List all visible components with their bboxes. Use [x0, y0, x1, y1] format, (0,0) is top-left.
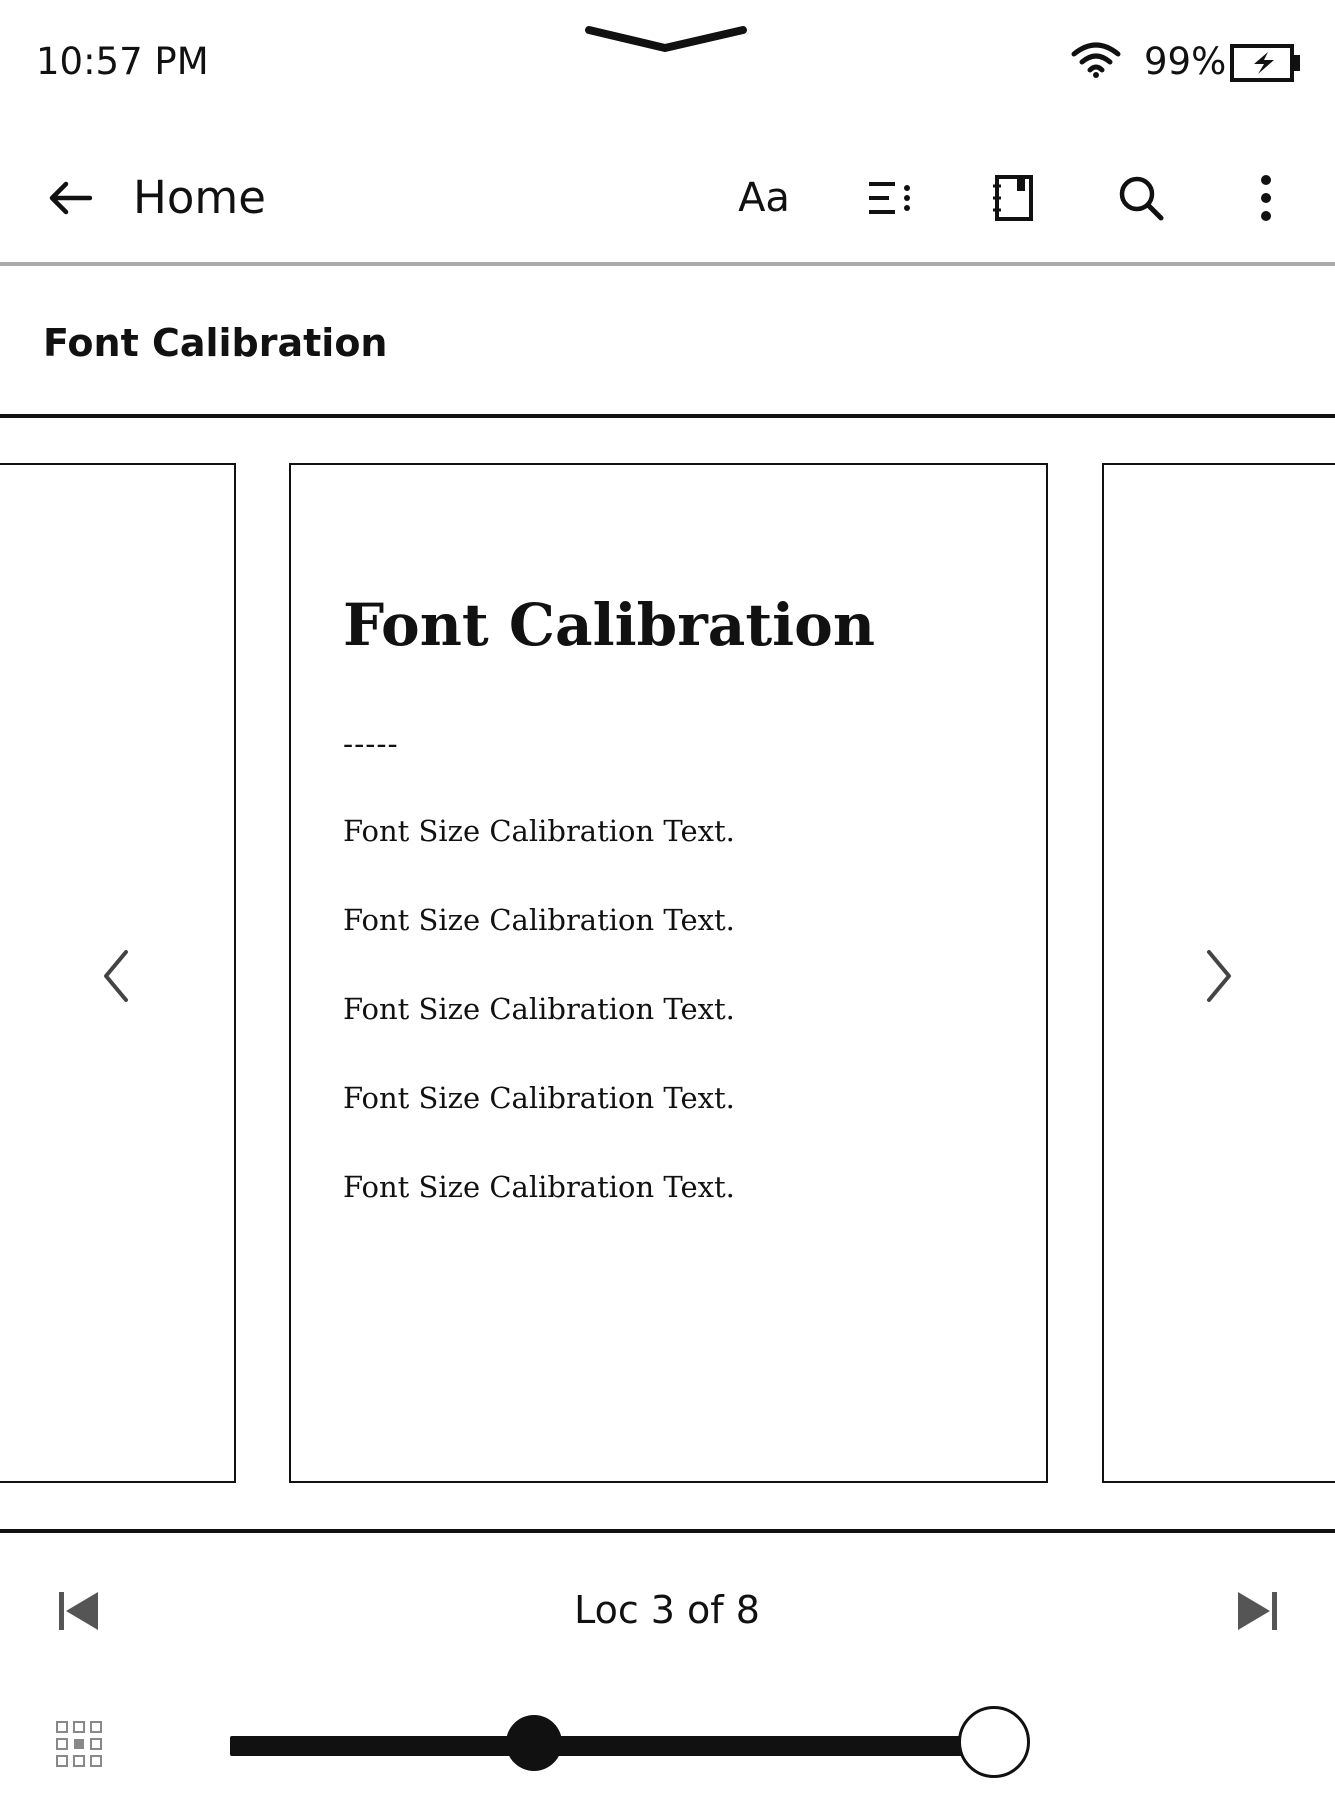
progress-knob[interactable] — [506, 1715, 562, 1771]
home-link[interactable]: Home — [133, 168, 266, 228]
arrow-left-icon — [49, 181, 92, 215]
back-button[interactable] — [40, 168, 100, 228]
current-page-preview[interactable]: Font Calibration ----- Font Size Calibra… — [289, 463, 1048, 1483]
search-button[interactable] — [1109, 166, 1173, 230]
notebook-icon — [993, 175, 1033, 221]
page-text-line: Font Size Calibration Text. — [343, 992, 735, 1026]
page-separator: ----- — [343, 727, 399, 762]
progress-track — [230, 1736, 994, 1756]
skip-to-end-icon[interactable] — [1232, 1586, 1282, 1636]
skip-to-start-icon[interactable] — [54, 1586, 104, 1636]
page-grid-icon[interactable] — [55, 1720, 103, 1768]
status-time: 10:57 PM — [36, 40, 209, 83]
footer-divider — [0, 1529, 1335, 1533]
font-settings-button[interactable]: Aa — [732, 166, 796, 230]
font-settings-label: Aa — [738, 175, 790, 221]
progress-slider[interactable] — [230, 1700, 1150, 1790]
page-text-line: Font Size Calibration Text. — [343, 814, 735, 848]
more-options-button[interactable] — [1234, 166, 1298, 230]
page-text-line: Font Size Calibration Text. — [343, 1170, 735, 1204]
toolbar-divider — [0, 262, 1335, 266]
page-text: Font Size Calibration Text. Font Size Ca… — [343, 811, 735, 1256]
notebook-button[interactable] — [981, 166, 1045, 230]
battery-percent: 99% — [1144, 40, 1227, 83]
page-text-line: Font Size Calibration Text. — [343, 903, 735, 937]
contents-button[interactable] — [858, 166, 922, 230]
search-icon — [1119, 176, 1164, 221]
more-vertical-icon — [1261, 175, 1271, 221]
page-heading: Font Calibration — [343, 591, 876, 659]
title-divider — [0, 414, 1335, 418]
wifi-icon — [1071, 42, 1121, 78]
pull-down-chevron-icon[interactable] — [585, 22, 749, 62]
book-title: Font Calibration — [43, 321, 388, 365]
page-text-line: Font Size Calibration Text. — [343, 1081, 735, 1115]
progress-end-marker[interactable] — [958, 1706, 1030, 1778]
chevron-left-icon[interactable] — [96, 946, 136, 1006]
chevron-right-icon[interactable] — [1199, 946, 1239, 1006]
battery-charging-icon — [1230, 44, 1300, 82]
contents-list-icon — [869, 182, 910, 214]
location-indicator[interactable]: Loc 3 of 8 — [467, 1585, 867, 1635]
